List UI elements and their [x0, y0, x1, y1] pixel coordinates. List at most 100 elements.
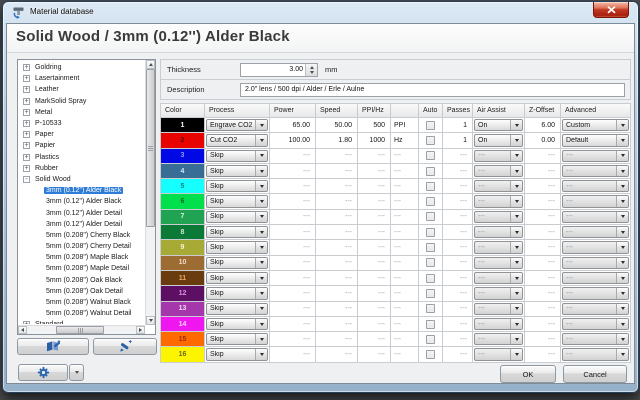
tree-item[interactable]: +Paper: [19, 129, 144, 140]
passes-cell[interactable]: ---: [443, 210, 472, 224]
power-cell[interactable]: ---: [270, 179, 315, 193]
passes-cell[interactable]: ---: [443, 256, 472, 270]
z-offset-cell[interactable]: ---: [525, 302, 560, 316]
tree-item[interactable]: +Leather: [19, 84, 144, 95]
dropdown-arrow-icon[interactable]: [510, 212, 522, 222]
air-assist-dropdown[interactable]: ---: [474, 318, 523, 330]
dropdown-arrow-icon[interactable]: [255, 304, 267, 314]
auto-checkbox[interactable]: [426, 228, 435, 237]
dropdown-arrow-icon[interactable]: [255, 242, 267, 252]
dropdown-arrow-icon[interactable]: [255, 258, 267, 268]
tree-expander-icon[interactable]: +: [23, 154, 30, 161]
dropdown-arrow-icon[interactable]: [255, 288, 267, 298]
frequency-cell[interactable]: ---: [358, 179, 390, 193]
dropdown-arrow-icon[interactable]: [616, 334, 628, 344]
air-assist-dropdown[interactable]: ---: [474, 303, 523, 315]
process-dropdown[interactable]: Skip: [206, 287, 268, 299]
z-offset-cell[interactable]: ---: [525, 164, 560, 178]
tree-item[interactable]: 5mm (0.208") Walnut Detail: [19, 308, 144, 319]
title-bar[interactable]: Material database: [3, 2, 638, 23]
dropdown-arrow-icon[interactable]: [510, 151, 522, 161]
frequency-cell[interactable]: ---: [358, 271, 390, 285]
passes-cell[interactable]: ---: [443, 179, 472, 193]
tree-expander-icon[interactable]: +: [23, 109, 30, 116]
z-offset-cell[interactable]: ---: [525, 286, 560, 300]
process-dropdown[interactable]: Skip: [206, 150, 268, 162]
dropdown-arrow-icon[interactable]: [616, 304, 628, 314]
frequency-cell[interactable]: ---: [358, 317, 390, 331]
auto-checkbox[interactable]: [426, 212, 435, 221]
advanced-dropdown[interactable]: ---: [562, 272, 629, 284]
auto-checkbox[interactable]: [426, 121, 435, 130]
z-offset-cell[interactable]: ---: [525, 271, 560, 285]
horizontal-scroll-thumb[interactable]: [56, 326, 104, 334]
process-dropdown[interactable]: Skip: [206, 195, 268, 207]
power-cell[interactable]: ---: [270, 347, 315, 361]
frequency-cell[interactable]: ---: [358, 332, 390, 346]
z-offset-cell[interactable]: ---: [525, 240, 560, 254]
advanced-dropdown[interactable]: ---: [562, 211, 629, 223]
tree-item[interactable]: 5mm (0.208") Maple Black: [19, 252, 144, 263]
auto-checkbox[interactable]: [426, 320, 435, 329]
dropdown-arrow-icon[interactable]: [255, 349, 267, 359]
z-offset-cell[interactable]: ---: [525, 179, 560, 193]
power-cell[interactable]: ---: [270, 256, 315, 270]
advanced-dropdown[interactable]: ---: [562, 333, 629, 345]
dropdown-arrow-icon[interactable]: [510, 135, 522, 145]
auto-checkbox[interactable]: [426, 258, 435, 267]
tree-item[interactable]: +Papier: [19, 140, 144, 151]
tree-item[interactable]: +Lasertainment: [19, 73, 144, 84]
process-dropdown[interactable]: Skip: [206, 318, 268, 330]
frequency-cell[interactable]: ---: [358, 210, 390, 224]
power-cell[interactable]: ---: [270, 286, 315, 300]
passes-cell[interactable]: 1: [443, 118, 472, 132]
tree-expander-icon[interactable]: +: [23, 131, 30, 138]
passes-cell[interactable]: ---: [443, 286, 472, 300]
advanced-dropdown[interactable]: ---: [562, 195, 629, 207]
tree-expander-icon[interactable]: +: [23, 64, 30, 71]
advanced-dropdown[interactable]: ---: [562, 348, 629, 360]
tree-item[interactable]: 3mm (0.12") Alder Detail: [19, 207, 144, 218]
dropdown-arrow-icon[interactable]: [616, 242, 628, 252]
frequency-cell[interactable]: ---: [358, 240, 390, 254]
process-dropdown[interactable]: Skip: [206, 303, 268, 315]
process-dropdown[interactable]: Skip: [206, 272, 268, 284]
passes-cell[interactable]: ---: [443, 194, 472, 208]
tree-item[interactable]: +Metal: [19, 107, 144, 118]
tree-expander-icon[interactable]: +: [23, 165, 30, 172]
speed-cell[interactable]: ---: [316, 332, 357, 346]
process-dropdown[interactable]: Skip: [206, 241, 268, 253]
advanced-dropdown[interactable]: ---: [562, 287, 629, 299]
tree-item[interactable]: 5mm (0.208") Cherry Detail: [19, 241, 144, 252]
dropdown-arrow-icon[interactable]: [255, 120, 267, 130]
auto-checkbox[interactable]: [426, 289, 435, 298]
vertical-scroll-thumb[interactable]: [146, 69, 155, 227]
tree-item[interactable]: 3mm (0.12") Alder Black: [19, 185, 144, 196]
frequency-cell[interactable]: ---: [358, 347, 390, 361]
scroll-down-button[interactable]: [146, 316, 155, 325]
air-assist-dropdown[interactable]: ---: [474, 287, 523, 299]
dropdown-arrow-icon[interactable]: [255, 196, 267, 206]
cancel-button[interactable]: Cancel: [563, 365, 627, 383]
dropdown-arrow-icon[interactable]: [255, 181, 267, 191]
thickness-input[interactable]: 3.00: [240, 63, 318, 77]
dropdown-arrow-icon[interactable]: [616, 181, 628, 191]
auto-checkbox[interactable]: [426, 151, 435, 160]
z-offset-cell[interactable]: ---: [525, 225, 560, 239]
passes-cell[interactable]: ---: [443, 332, 472, 346]
dropdown-arrow-icon[interactable]: [510, 349, 522, 359]
process-dropdown[interactable]: Engrave CO2: [206, 119, 268, 131]
dropdown-arrow-icon[interactable]: [616, 319, 628, 329]
frequency-cell[interactable]: 1000: [358, 133, 390, 147]
air-assist-dropdown[interactable]: ---: [474, 257, 523, 269]
z-offset-cell[interactable]: ---: [525, 332, 560, 346]
z-offset-cell[interactable]: ---: [525, 347, 560, 361]
thickness-value[interactable]: 3.00: [241, 64, 305, 76]
power-cell[interactable]: ---: [270, 210, 315, 224]
auto-checkbox[interactable]: [426, 350, 435, 359]
tree-vertical-scrollbar[interactable]: [145, 60, 155, 325]
power-cell[interactable]: ---: [270, 302, 315, 316]
z-offset-cell[interactable]: ---: [525, 210, 560, 224]
auto-checkbox[interactable]: [426, 197, 435, 206]
tree-item[interactable]: 5mm (0.208") Walnut Black: [19, 297, 144, 308]
